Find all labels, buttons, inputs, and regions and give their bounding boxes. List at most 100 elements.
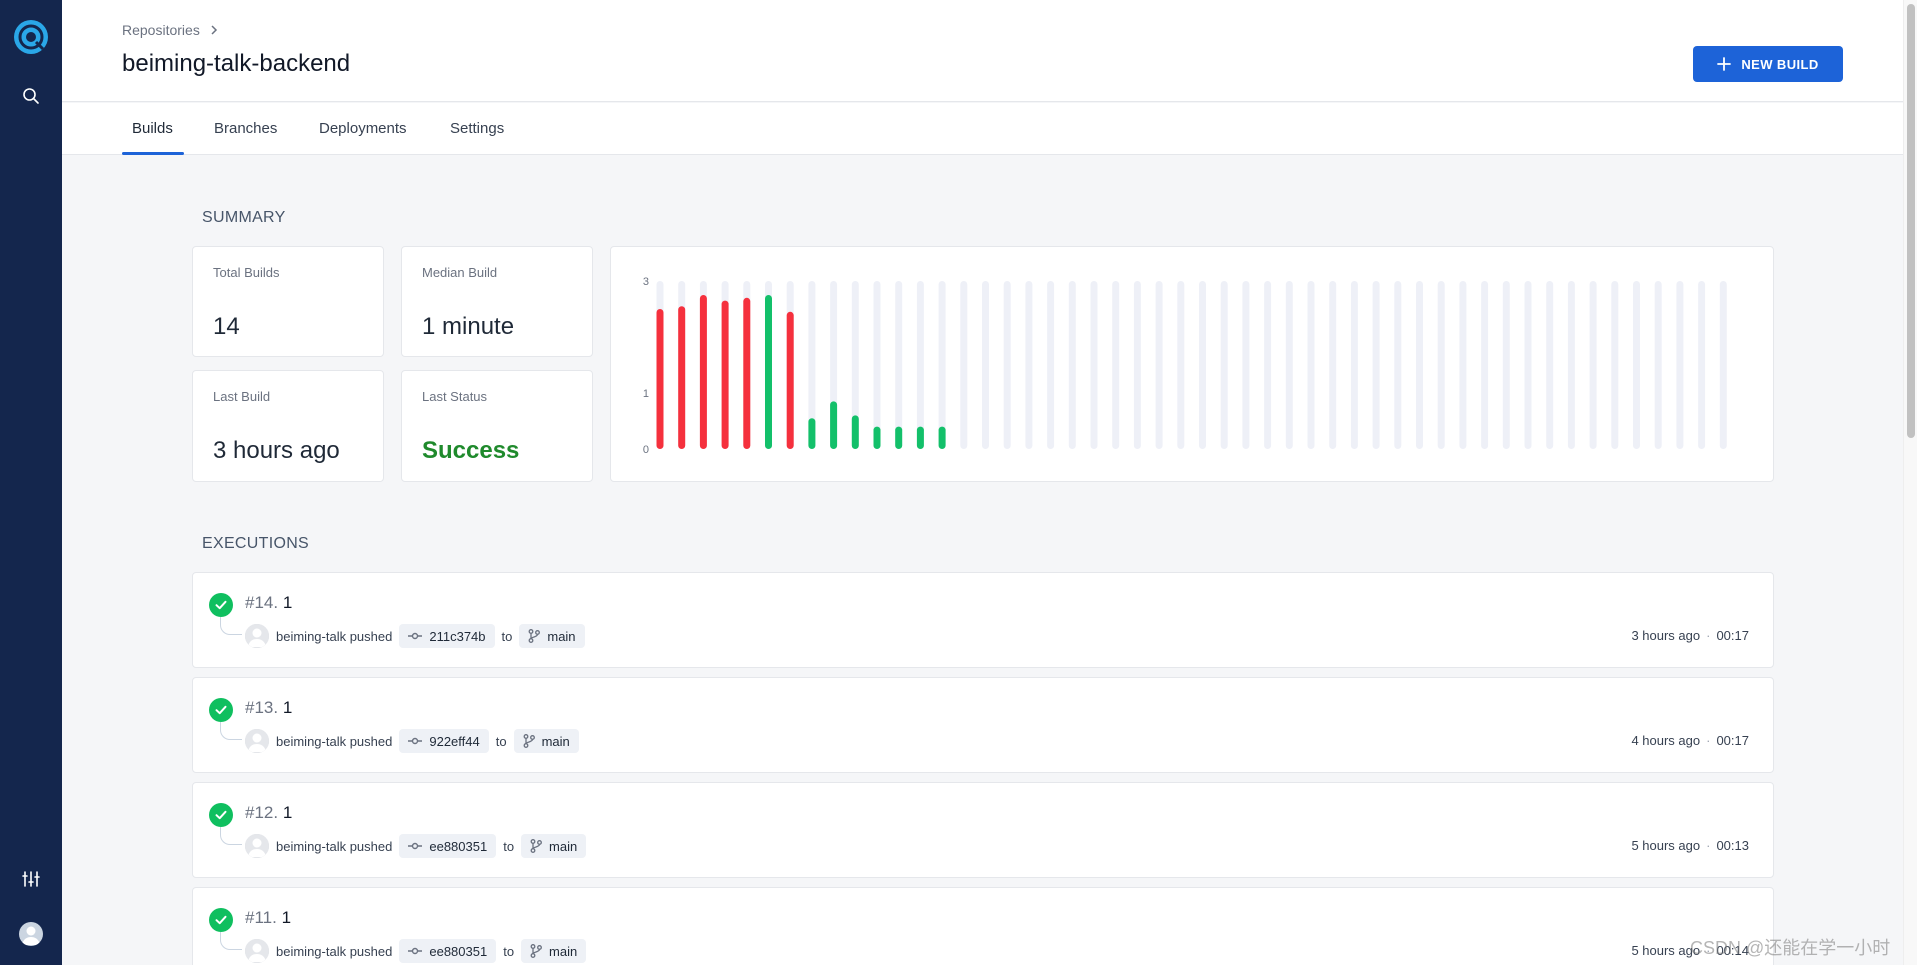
execution-time: 3 hours ago bbox=[1631, 628, 1701, 643]
new-build-button[interactable]: NEW BUILD bbox=[1693, 46, 1843, 82]
last-build-card: Last Build 3 hours ago bbox=[192, 370, 384, 482]
chart-slot-track bbox=[1155, 281, 1163, 449]
chart-bar-failure[interactable] bbox=[743, 297, 751, 449]
execution-author: beiming-talk pushed bbox=[276, 628, 393, 644]
execution-author: beiming-talk pushed bbox=[276, 733, 393, 749]
execution-meta: beiming-talk pushed ee880351 to main bbox=[245, 834, 587, 858]
commit-sha: 211c374b bbox=[429, 628, 486, 644]
execution-number: #12. bbox=[245, 803, 279, 822]
execution-number: #13. bbox=[245, 698, 279, 717]
chart-slot-track bbox=[1459, 281, 1467, 449]
separator-dot: · bbox=[1706, 838, 1711, 853]
commit-pill[interactable]: 922eff44 bbox=[399, 729, 489, 753]
tree-connector bbox=[220, 617, 242, 635]
chart-bar-failure[interactable] bbox=[699, 295, 707, 449]
page-header: Repositories beiming-talk-backend NEW BU… bbox=[62, 0, 1903, 102]
chart-bar-success[interactable] bbox=[916, 426, 924, 449]
commit-icon bbox=[408, 947, 423, 955]
executions-heading: EXECUTIONS bbox=[202, 535, 310, 552]
chart-bar-success[interactable] bbox=[895, 426, 903, 449]
execution-title[interactable]: #13. 1 bbox=[245, 698, 292, 718]
drone-logo-icon[interactable] bbox=[14, 20, 48, 54]
tab-builds[interactable]: Builds bbox=[132, 103, 173, 155]
chart-slot-track bbox=[1372, 281, 1380, 449]
chart-slot-track bbox=[1437, 281, 1445, 449]
chart-slot-track bbox=[1199, 281, 1206, 449]
commit-pill[interactable]: ee880351 bbox=[399, 834, 497, 858]
chart-bar-failure[interactable] bbox=[678, 306, 686, 449]
breadcrumb-repositories[interactable]: Repositories bbox=[122, 22, 200, 38]
execution-title[interactable]: #11. 1 bbox=[245, 908, 291, 928]
commit-sha: ee880351 bbox=[429, 943, 488, 959]
build-history-chart: 0 1 3 bbox=[610, 246, 1774, 482]
chart-bar-success[interactable] bbox=[830, 401, 838, 449]
tab-bar: Builds Branches Deployments Settings bbox=[62, 103, 1903, 155]
execution-row[interactable]: #14. 1 beiming-talk pushed 211c374b to m… bbox=[192, 572, 1774, 668]
execution-message: 1 bbox=[281, 908, 292, 927]
chart-bar-success[interactable] bbox=[873, 426, 881, 449]
chart-slot-track bbox=[1025, 281, 1033, 449]
active-tab-indicator bbox=[122, 152, 184, 155]
author-avatar bbox=[245, 729, 269, 753]
execution-title[interactable]: #14. 1 bbox=[245, 593, 292, 613]
chart-slot-track bbox=[1133, 281, 1141, 449]
execution-title[interactable]: #12. 1 bbox=[245, 803, 292, 823]
chart-bar-success[interactable] bbox=[765, 295, 772, 449]
commit-pill[interactable]: ee880351 bbox=[399, 939, 497, 963]
branch-pill[interactable]: main bbox=[513, 729, 579, 753]
execution-message: 1 bbox=[282, 698, 293, 717]
execution-meta: beiming-talk pushed 211c374b to main bbox=[245, 624, 585, 648]
execution-row[interactable]: #11. 1 beiming-talk pushed ee880351 to m… bbox=[192, 887, 1774, 965]
chart-slot-track bbox=[1264, 281, 1272, 449]
tree-connector bbox=[220, 722, 242, 740]
chart-bar-success[interactable] bbox=[808, 418, 816, 449]
median-build-value: 1 minute bbox=[422, 313, 515, 340]
commit-icon bbox=[408, 842, 423, 850]
tab-branches[interactable]: Branches bbox=[214, 103, 277, 155]
execution-time: 4 hours ago bbox=[1631, 733, 1701, 748]
branch-name: main bbox=[547, 628, 576, 644]
execution-row[interactable]: #13. 1 beiming-talk pushed 922eff44 to m… bbox=[192, 677, 1774, 773]
author-avatar bbox=[245, 834, 269, 858]
execution-to: to bbox=[495, 733, 507, 749]
sliders-icon[interactable] bbox=[0, 859, 62, 899]
page-title: beiming-talk-backend bbox=[122, 50, 351, 77]
page-scrollbar[interactable] bbox=[1903, 0, 1917, 965]
execution-time: 5 hours ago bbox=[1631, 838, 1701, 853]
chart-bar-success[interactable] bbox=[851, 415, 859, 449]
branch-pill[interactable]: main bbox=[519, 624, 585, 648]
last-status-label: Last Status bbox=[422, 389, 488, 404]
execution-timing: 4 hours ago · 00:17 bbox=[1631, 733, 1749, 748]
chart-slot-track bbox=[1307, 281, 1315, 449]
branch-pill[interactable]: main bbox=[521, 834, 587, 858]
chart-slot-track bbox=[1546, 281, 1554, 449]
chart-slot-track bbox=[1177, 281, 1185, 449]
median-build-label: Median Build bbox=[422, 265, 498, 280]
chart-slot-track bbox=[1285, 281, 1293, 449]
branch-name: main bbox=[541, 733, 570, 749]
breadcrumb: Repositories bbox=[122, 22, 218, 38]
branch-pill[interactable]: main bbox=[521, 939, 587, 963]
execution-message: 1 bbox=[282, 803, 293, 822]
execution-author: beiming-talk pushed bbox=[276, 943, 393, 959]
tab-deployments[interactable]: Deployments bbox=[319, 103, 407, 155]
commit-pill[interactable]: 211c374b bbox=[399, 624, 495, 648]
user-avatar-icon[interactable] bbox=[19, 922, 43, 946]
execution-message: 1 bbox=[282, 593, 293, 612]
last-build-label: Last Build bbox=[213, 389, 271, 404]
tab-settings[interactable]: Settings bbox=[450, 103, 504, 155]
execution-row[interactable]: #12. 1 beiming-talk pushed ee880351 to m… bbox=[192, 782, 1774, 878]
author-avatar bbox=[245, 624, 269, 648]
search-icon[interactable] bbox=[0, 76, 62, 116]
chart-bar-failure[interactable] bbox=[786, 311, 794, 449]
chart-bar-failure[interactable] bbox=[656, 309, 664, 449]
chart-bar-success[interactable] bbox=[938, 426, 946, 449]
scrollbar-thumb[interactable] bbox=[1907, 4, 1915, 438]
chart-bar-failure[interactable] bbox=[721, 300, 729, 449]
execution-timing: 3 hours ago · 00:17 bbox=[1631, 628, 1749, 643]
sidebar bbox=[0, 0, 62, 965]
chart-slot-track bbox=[1003, 281, 1011, 449]
execution-duration: 00:17 bbox=[1716, 628, 1749, 643]
chart-slot-track bbox=[1329, 281, 1337, 449]
branch-icon bbox=[528, 629, 541, 643]
